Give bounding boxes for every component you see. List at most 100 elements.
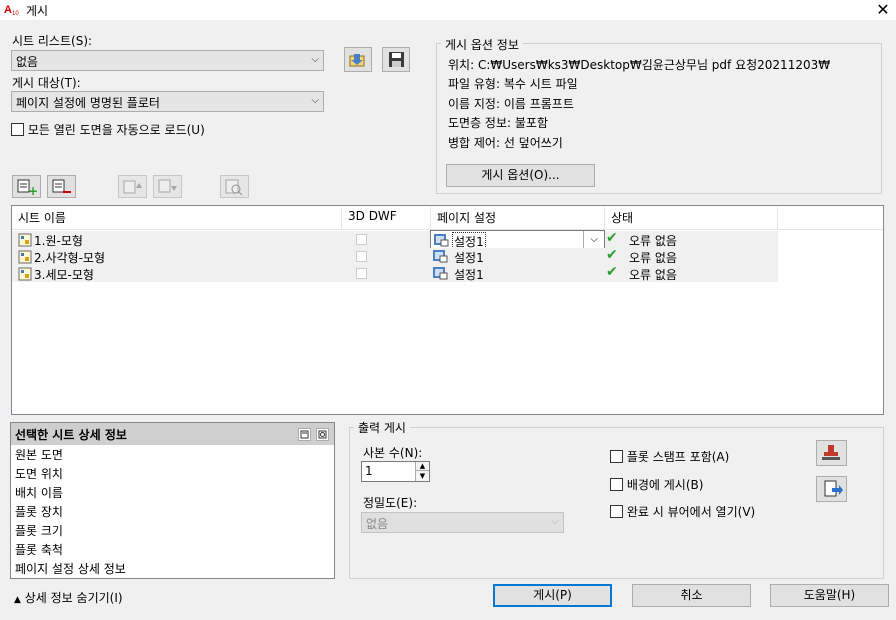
publish-options-button[interactable]: 게시 옵션(O)... (446, 164, 595, 187)
detail-item: 플롯 장치 (15, 505, 63, 519)
detail-item: 페이지 설정 상세 정보 (15, 562, 126, 576)
page-setup-select[interactable]: 설정1 ⌵ (430, 230, 605, 251)
spin-up-icon[interactable]: ▲ (415, 462, 429, 471)
stamp-icon (822, 445, 840, 460)
naming-text: 이름 지정: 이름 프롬프트 (448, 97, 574, 111)
3d-dwf-checkbox[interactable] (356, 251, 367, 262)
hide-details-label: 상세 정보 숨기기(I) (24, 591, 123, 605)
export-button[interactable] (816, 476, 847, 502)
col-header-3d-dwf[interactable]: 3D DWF (342, 207, 431, 229)
detail-item: 도면 위치 (15, 467, 63, 481)
col-header-sheet-name[interactable]: 시트 이름 (12, 207, 342, 229)
details-view-icon[interactable] (298, 428, 311, 441)
sheet-list-select[interactable]: 없음 ⌵ (11, 50, 324, 71)
publish-options-title: 게시 옵션 정보 (441, 36, 523, 53)
selected-sheet-details: 선택한 시트 상세 정보 원본 도면 도면 위치 배치 이름 플롯 장치 플롯 … (10, 422, 335, 579)
detail-item: 배치 이름 (15, 486, 63, 500)
chevron-down-icon: ⌵ (311, 54, 319, 65)
close-icon[interactable]: ✕ (870, 0, 896, 20)
copies-stepper[interactable]: 1 ▲ ▼ (361, 461, 430, 482)
page-setup-icon (432, 266, 448, 283)
triangle-up-icon: ▲ (14, 595, 21, 605)
status-text: 오류 없음 (629, 234, 677, 248)
page-setup-icon (432, 249, 448, 266)
preview-button[interactable] (220, 175, 249, 198)
sheet-name: 2.사각형-모형 (34, 251, 105, 265)
page-setup-value[interactable]: 설정1 (454, 266, 484, 283)
ok-check-icon: ✔ (606, 247, 618, 263)
open-viewer-checkbox[interactable]: 완료 시 뷰어에서 열기(V) (610, 503, 755, 520)
details-title: 선택한 시트 상세 정보 (15, 428, 127, 442)
location-text: 위치: C:₩Users₩ks3₩Desktop₩김윤근상무님 pdf 요청20… (448, 58, 831, 72)
move-sheet-down-button[interactable] (153, 175, 182, 198)
add-sheet-icon: + (17, 179, 38, 198)
chevron-down-icon: ⌵ (311, 95, 319, 106)
publish-to-select[interactable]: 페이지 설정에 명명된 플로터 ⌵ (11, 91, 324, 112)
remove-sheet-icon (52, 179, 71, 193)
details-copy-icon[interactable] (316, 428, 329, 441)
col-header-status[interactable]: 상태 (605, 207, 778, 229)
3d-dwf-checkbox[interactable] (356, 234, 367, 245)
table-row[interactable]: 1.원-모형 설정1 ⌵ ✔ 오류 없음 (12, 230, 778, 251)
detail-item: 플롯 크기 (15, 524, 63, 538)
plot-stamp-settings-button[interactable] (816, 440, 847, 466)
sheet-icon (18, 233, 32, 247)
detail-item: 원본 도면 (15, 448, 63, 462)
copies-label: 사본 수(N): (363, 446, 423, 460)
publish-to-label: 게시 대상(T): (12, 76, 81, 90)
publish-background-checkbox-box[interactable] (610, 478, 623, 491)
chevron-down-icon: ⌵ (551, 516, 559, 527)
file-type-text: 파일 유형: 복수 시트 파일 (448, 77, 578, 91)
document-export-icon (824, 480, 843, 497)
save-icon (389, 52, 404, 67)
help-button[interactable]: 도움말(H) (770, 584, 889, 607)
load-sheet-list-button[interactable] (344, 47, 372, 72)
plot-stamp-checkbox[interactable]: 플롯 스탬프 포함(A) (610, 448, 729, 465)
ok-check-icon: ✔ (606, 264, 618, 280)
folder-open-icon (349, 54, 365, 67)
cancel-button[interactable]: 취소 (632, 584, 751, 607)
sheet-table: 시트 이름 3D DWF 페이지 설정 상태 1.원-모형 설정1 ⌵ ✔ 오류… (11, 205, 884, 415)
add-sheets-button[interactable]: + (12, 175, 41, 198)
sheet-icon (18, 250, 32, 264)
move-down-icon (158, 179, 177, 193)
publish-background-checkbox[interactable]: 배경에 게시(B) (610, 476, 703, 493)
details-header: 선택한 시트 상세 정보 (11, 423, 334, 445)
status-text: 오류 없음 (629, 268, 677, 282)
3d-dwf-checkbox[interactable] (356, 268, 367, 279)
col-header-page-setup[interactable]: 페이지 설정 (431, 207, 605, 229)
table-row[interactable]: 2.사각형-모형 설정1 ✔ 오류 없음 (12, 247, 778, 266)
save-sheet-list-button[interactable] (382, 47, 410, 72)
autocad-app-icon: A 10 (4, 2, 22, 17)
open-viewer-label: 완료 시 뷰어에서 열기(V) (626, 505, 756, 519)
spin-down-icon[interactable]: ▼ (415, 471, 429, 481)
remove-sheets-button[interactable] (47, 175, 76, 198)
publish-background-label: 배경에 게시(B) (626, 478, 704, 492)
auto-load-checkbox-box[interactable] (11, 123, 24, 136)
plot-stamp-checkbox-box[interactable] (610, 450, 623, 463)
hide-details-toggle[interactable]: ▲ 상세 정보 숨기기(I) (14, 589, 123, 606)
svg-text:+: + (28, 184, 38, 197)
move-sheet-up-button[interactable] (118, 175, 147, 198)
title-bar: A 10 게시 ✕ (0, 0, 896, 20)
plot-stamp-label: 플롯 스탬프 포함(A) (626, 450, 730, 464)
preview-icon (225, 179, 243, 196)
table-row[interactable]: 3.세모-모형 설정1 ✔ 오류 없음 (12, 264, 778, 283)
page-setup-value[interactable]: 설정1 (454, 249, 484, 266)
layer-info-text: 도면층 정보: 불포함 (448, 116, 548, 130)
precision-value: 없음 (366, 517, 389, 531)
ok-check-icon: ✔ (606, 230, 618, 246)
sheet-name: 3.세모-모형 (34, 268, 94, 282)
svg-text:A: A (4, 4, 12, 16)
auto-load-checkbox[interactable]: 모든 열린 도면을 자동으로 로드(U) (11, 121, 205, 137)
auto-load-label: 모든 열린 도면을 자동으로 로드(U) (27, 123, 205, 137)
precision-label: 정밀도(E): (363, 496, 418, 510)
precision-select[interactable]: 없음 ⌵ (361, 512, 564, 533)
chevron-down-icon[interactable]: ⌵ (583, 231, 604, 248)
sheet-icon (18, 267, 32, 281)
publish-button[interactable]: 게시(P) (493, 584, 612, 607)
window-title: 게시 (26, 4, 49, 18)
sheet-list-value: 없음 (16, 55, 39, 69)
sheet-list-label: 시트 리스트(S): (12, 34, 93, 48)
open-viewer-checkbox-box[interactable] (610, 505, 623, 518)
